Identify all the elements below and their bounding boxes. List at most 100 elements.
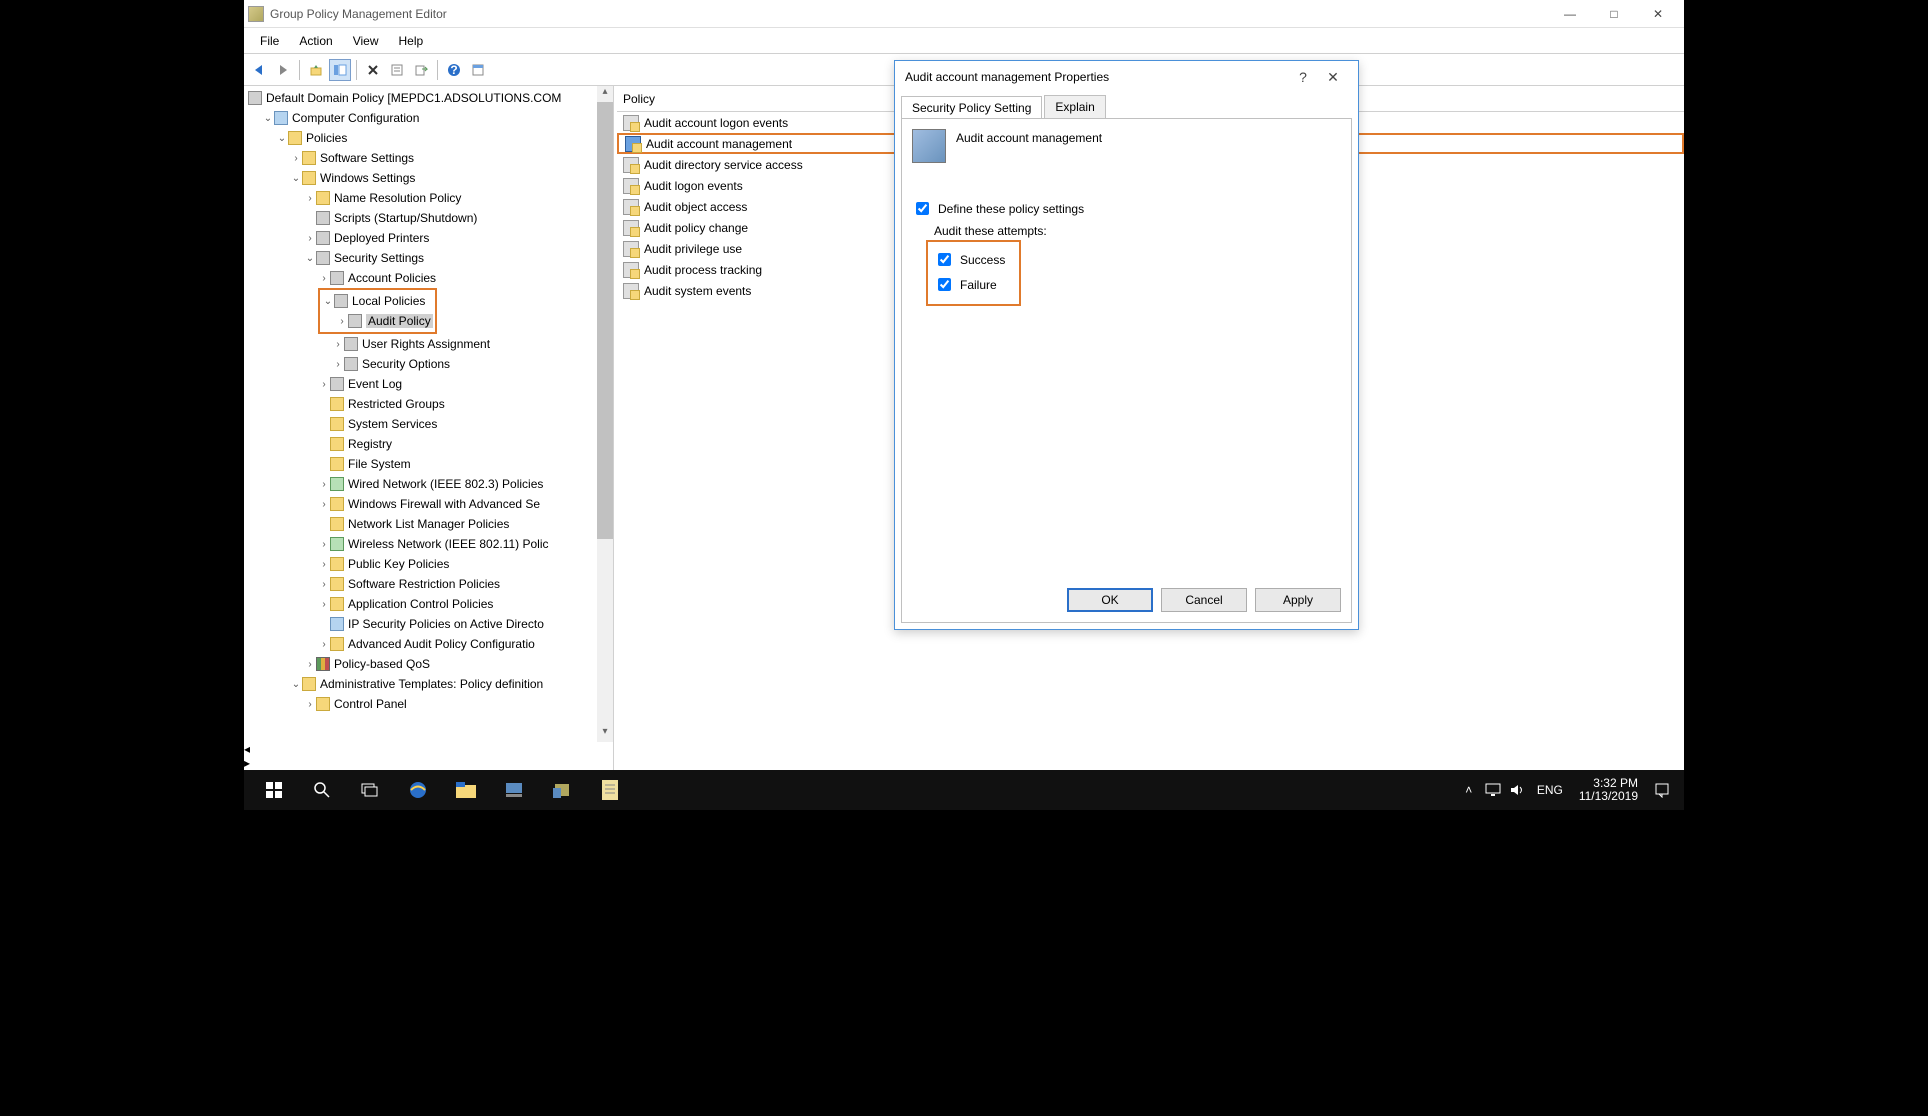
filter-button[interactable] [467, 59, 489, 81]
expand-icon[interactable]: › [318, 599, 330, 610]
task-view-button[interactable] [346, 770, 394, 810]
expand-icon[interactable]: › [290, 153, 302, 164]
expand-icon[interactable]: › [336, 316, 348, 327]
tree-software-restriction[interactable]: ›Software Restriction Policies [318, 574, 613, 594]
collapse-icon[interactable]: ⌄ [304, 253, 316, 264]
tree-policies[interactable]: ⌄Policies [276, 128, 613, 148]
collapse-icon[interactable]: ⌄ [290, 679, 302, 690]
tree-hscrollbar[interactable]: ◂▸ [244, 742, 613, 770]
collapse-icon[interactable]: ⌄ [276, 133, 288, 144]
taskbar-notepad-icon[interactable] [586, 770, 634, 810]
cancel-button[interactable]: Cancel [1161, 588, 1247, 612]
menu-file[interactable]: File [250, 30, 289, 52]
tree-wireless-network[interactable]: ›Wireless Network (IEEE 802.11) Polic [318, 534, 613, 554]
tree-file-system[interactable]: File System [318, 454, 613, 474]
ok-button[interactable]: OK [1067, 588, 1153, 612]
tree-public-key[interactable]: ›Public Key Policies [318, 554, 613, 574]
tree-software-settings[interactable]: ›Software Settings [290, 148, 613, 168]
up-button[interactable] [305, 59, 327, 81]
expand-icon[interactable]: › [318, 559, 330, 570]
export-button[interactable] [410, 59, 432, 81]
expand-icon[interactable]: › [318, 579, 330, 590]
tree-windows-firewall[interactable]: ›Windows Firewall with Advanced Se [318, 494, 613, 514]
tree-body[interactable]: Default Domain Policy [MEPDC1.ADSOLUTION… [244, 86, 613, 742]
tree-local-policies[interactable]: ⌄Local Policies [322, 291, 433, 311]
tree-system-services[interactable]: System Services [318, 414, 613, 434]
dialog-help-button[interactable]: ? [1288, 69, 1318, 85]
tree-event-log[interactable]: ›Event Log [318, 374, 613, 394]
collapse-icon[interactable]: ⌄ [262, 113, 274, 124]
collapse-icon[interactable]: ⌄ [290, 173, 302, 184]
tree-ipsec[interactable]: IP Security Policies on Active Directo [318, 614, 613, 634]
tray-chevron-icon[interactable]: ˄ [1457, 770, 1481, 810]
apply-button[interactable]: Apply [1255, 588, 1341, 612]
taskbar-server-manager-icon[interactable] [490, 770, 538, 810]
tree-user-rights[interactable]: ›User Rights Assignment [332, 334, 613, 354]
tree-windows-settings[interactable]: ⌄Windows Settings [290, 168, 613, 188]
collapse-icon[interactable]: ⌄ [322, 296, 334, 307]
tree-application-control[interactable]: ›Application Control Policies [318, 594, 613, 614]
taskbar-gpmc-icon[interactable] [538, 770, 586, 810]
tray-volume-icon[interactable] [1505, 770, 1529, 810]
tree-account-policies[interactable]: ›Account Policies [318, 268, 613, 288]
tree-scripts[interactable]: Scripts (Startup/Shutdown) [304, 208, 613, 228]
taskbar-ie-icon[interactable] [394, 770, 442, 810]
expand-icon[interactable]: › [332, 359, 344, 370]
expand-icon[interactable]: › [318, 539, 330, 550]
dialog-close-button[interactable]: ✕ [1318, 69, 1348, 86]
tray-notifications-icon[interactable] [1646, 770, 1678, 810]
expand-icon[interactable]: › [318, 273, 330, 284]
tree-restricted-groups[interactable]: Restricted Groups [318, 394, 613, 414]
taskbar-explorer-icon[interactable] [442, 770, 490, 810]
expand-icon[interactable]: › [318, 479, 330, 490]
properties-button[interactable] [386, 59, 408, 81]
expand-icon[interactable]: › [304, 233, 316, 244]
back-button[interactable] [248, 59, 270, 81]
close-button[interactable]: ✕ [1636, 0, 1680, 28]
help-button[interactable]: ? [443, 59, 465, 81]
tree-advanced-audit[interactable]: ›Advanced Audit Policy Configuratio [318, 634, 613, 654]
tab-security-policy[interactable]: Security Policy Setting [901, 96, 1042, 119]
tree-name-resolution[interactable]: ›Name Resolution Policy [304, 188, 613, 208]
expand-icon[interactable]: › [304, 193, 316, 204]
tree-deployed-printers[interactable]: ›Deployed Printers [304, 228, 613, 248]
menu-action[interactable]: Action [289, 30, 342, 52]
tree-security-options[interactable]: ›Security Options [332, 354, 613, 374]
tree-admin-templates[interactable]: ⌄Administrative Templates: Policy defini… [290, 674, 613, 694]
tree-computer-config[interactable]: ⌄Computer Configuration [262, 108, 613, 128]
tray-clock[interactable]: 3:32 PM 11/13/2019 [1571, 777, 1646, 803]
tree-network-list[interactable]: Network List Manager Policies [318, 514, 613, 534]
folder-icon [330, 597, 344, 611]
define-checkbox[interactable] [916, 202, 929, 215]
tree-registry[interactable]: Registry [318, 434, 613, 454]
start-button[interactable] [250, 770, 298, 810]
menu-view[interactable]: View [343, 30, 389, 52]
expand-icon[interactable]: › [318, 379, 330, 390]
success-checkbox[interactable] [938, 253, 951, 266]
tree-vscrollbar[interactable]: ▴▾ [597, 86, 613, 742]
tray-network-icon[interactable] [1481, 770, 1505, 810]
expand-icon[interactable]: › [332, 339, 344, 350]
expand-icon[interactable]: › [318, 639, 330, 650]
tree-audit-policy[interactable]: ›Audit Policy [336, 311, 433, 331]
tree-root[interactable]: Default Domain Policy [MEPDC1.ADSOLUTION… [248, 88, 613, 108]
tray-language[interactable]: ENG [1529, 783, 1571, 797]
tree-control-panel[interactable]: ›Control Panel [304, 694, 613, 714]
expand-icon[interactable]: › [304, 699, 316, 710]
menu-help[interactable]: Help [389, 30, 434, 52]
search-button[interactable] [298, 770, 346, 810]
minimize-button[interactable]: — [1548, 0, 1592, 28]
forward-button[interactable] [272, 59, 294, 81]
expand-icon[interactable]: › [304, 659, 316, 670]
delete-button[interactable] [362, 59, 384, 81]
expand-icon[interactable]: › [318, 499, 330, 510]
show-tree-button[interactable] [329, 59, 351, 81]
tree-wired-network[interactable]: ›Wired Network (IEEE 802.3) Policies [318, 474, 613, 494]
tree-policy-qos[interactable]: ›Policy-based QoS [304, 654, 613, 674]
failure-checkbox[interactable] [938, 278, 951, 291]
dialog-titlebar[interactable]: Audit account management Properties ? ✕ [895, 61, 1358, 93]
folder-icon [330, 417, 344, 431]
tree-security-settings[interactable]: ⌄Security Settings [304, 248, 613, 268]
maximize-button[interactable]: □ [1592, 0, 1636, 28]
tab-explain[interactable]: Explain [1044, 95, 1105, 118]
